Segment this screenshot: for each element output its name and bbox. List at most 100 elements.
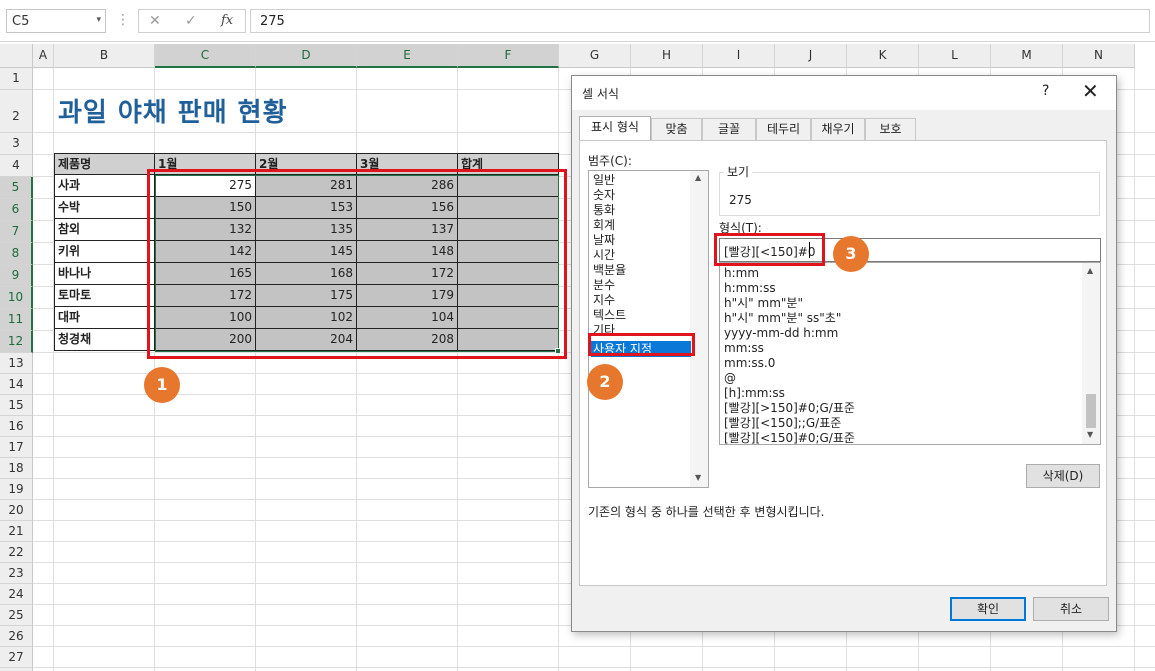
value-cell[interactable]: 100 — [155, 307, 256, 329]
row-header-14[interactable]: 14 — [0, 374, 33, 395]
check-icon[interactable]: ✓ — [185, 13, 197, 29]
table-row-label[interactable]: 토마토 — [54, 285, 155, 307]
table-row-label[interactable]: 참외 — [54, 219, 155, 241]
column-header-g[interactable]: G — [559, 44, 631, 68]
format-code-item[interactable]: mm:ss — [724, 341, 764, 356]
row-header-7[interactable]: 7 — [0, 221, 33, 243]
format-code-item[interactable]: yyyy-mm-dd h:mm — [724, 326, 838, 341]
tab-border[interactable]: 테두리 — [756, 118, 811, 140]
format-code-item[interactable]: [빨강][<150]#0;G/표준 — [724, 431, 855, 444]
row-header-24[interactable]: 24 — [0, 584, 33, 605]
column-header-a[interactable]: A — [33, 44, 54, 68]
cancel-icon[interactable]: ✕ — [149, 13, 161, 29]
value-cell[interactable]: 175 — [256, 285, 357, 307]
category-item[interactable]: 회계 — [593, 218, 615, 233]
format-code-list[interactable]: ▲ ▼ h:mm h:mm:ss h"시" mm"분" h"시" mm"분" ss"초… — [719, 262, 1101, 445]
category-scrollbar[interactable]: ▲ ▼ — [690, 171, 708, 487]
column-header-f[interactable]: F — [458, 44, 559, 68]
category-item[interactable]: 통화 — [593, 203, 615, 218]
value-cell[interactable]: 281 — [256, 175, 357, 197]
row-header-9[interactable]: 9 — [0, 265, 33, 287]
row-header-22[interactable]: 22 — [0, 542, 33, 563]
table-row-label[interactable]: 청경채 — [54, 329, 155, 351]
category-list[interactable]: ▲ ▼ 일반 숫자 통화 회계 날짜 시간 백분율 분수 지수 텍스트 기타 사용자 지정 — [588, 170, 709, 488]
format-code-item[interactable]: @ — [724, 371, 736, 386]
fill-handle[interactable] — [555, 348, 561, 354]
total-cell[interactable] — [458, 241, 559, 263]
row-header-27[interactable]: 27 — [0, 647, 33, 668]
total-cell[interactable] — [458, 307, 559, 329]
column-header-i[interactable]: I — [703, 44, 775, 68]
value-cell[interactable]: 286 — [357, 175, 458, 197]
tab-font[interactable]: 글꼴 — [702, 118, 756, 140]
row-header-15[interactable]: 15 — [0, 395, 33, 416]
value-cell[interactable]: 145 — [256, 241, 357, 263]
category-item[interactable]: 일반 — [593, 173, 615, 188]
row-header-21[interactable]: 21 — [0, 521, 33, 542]
active-cell[interactable]: 275 — [155, 175, 256, 197]
format-code-item[interactable]: [빨강][<150];;G/표준 — [724, 416, 841, 431]
row-header-2[interactable]: 2 — [0, 90, 33, 133]
scroll-up-icon[interactable]: ▲ — [695, 173, 701, 182]
table-row-label[interactable]: 키위 — [54, 241, 155, 263]
value-cell[interactable]: 179 — [357, 285, 458, 307]
format-code-item[interactable]: h:mm — [724, 266, 759, 281]
tab-fill[interactable]: 채우기 — [811, 118, 865, 140]
category-item[interactable]: 기타 — [593, 323, 615, 338]
value-cell[interactable]: 165 — [155, 263, 256, 285]
value-cell[interactable]: 142 — [155, 241, 256, 263]
format-code-item[interactable]: h:mm:ss — [724, 281, 776, 296]
format-code-item[interactable]: [빨강][>150]#0;G/표준 — [724, 401, 855, 416]
total-cell[interactable] — [458, 329, 559, 351]
table-row-label[interactable]: 바나나 — [54, 263, 155, 285]
row-header-23[interactable]: 23 — [0, 563, 33, 584]
value-cell[interactable]: 204 — [256, 329, 357, 351]
column-header-k[interactable]: K — [847, 44, 919, 68]
row-header-3[interactable]: 3 — [0, 133, 33, 155]
value-cell[interactable]: 208 — [357, 329, 458, 351]
sheet-title[interactable]: 과일 야채 판매 현황 — [58, 92, 288, 129]
close-icon[interactable]: ✕ — [1082, 79, 1099, 103]
category-item[interactable]: 지수 — [593, 293, 615, 308]
value-cell[interactable]: 200 — [155, 329, 256, 351]
insert-function-icon[interactable]: fx — [221, 13, 233, 28]
row-header-26[interactable]: 26 — [0, 626, 33, 647]
tab-protection[interactable]: 보호 — [865, 118, 916, 140]
row-header-11[interactable]: 11 — [0, 309, 33, 331]
format-list-scrollbar[interactable]: ▲ ▼ — [1082, 263, 1100, 444]
chevron-down-icon[interactable]: ▾ — [96, 15, 101, 25]
format-code-item[interactable]: h"시" mm"분" — [724, 296, 803, 311]
help-icon[interactable]: ? — [1042, 83, 1049, 99]
tab-number[interactable]: 표시 형식 — [579, 116, 651, 141]
scroll-down-icon[interactable]: ▼ — [695, 473, 701, 482]
row-header-20[interactable]: 20 — [0, 500, 33, 521]
row-header-17[interactable]: 17 — [0, 437, 33, 458]
delete-button[interactable]: 삭제(D) — [1026, 464, 1100, 488]
category-item[interactable]: 텍스트 — [593, 308, 626, 323]
total-cell[interactable] — [458, 175, 559, 197]
select-all-corner[interactable] — [0, 44, 33, 68]
format-code-item[interactable]: mm:ss.0 — [724, 356, 775, 371]
total-cell[interactable] — [458, 219, 559, 241]
value-cell[interactable]: 135 — [256, 219, 357, 241]
name-box[interactable]: C5 ▾ — [6, 9, 106, 33]
category-item[interactable]: 사용자 지정 — [591, 341, 691, 357]
tab-alignment[interactable]: 맞춤 — [651, 118, 702, 140]
column-header-l[interactable]: L — [919, 44, 991, 68]
format-code-item[interactable]: [h]:mm:ss — [724, 386, 785, 401]
value-cell[interactable]: 153 — [256, 197, 357, 219]
formula-input[interactable]: 275 — [250, 9, 1150, 33]
table-row-label[interactable]: 대파 — [54, 307, 155, 329]
value-cell[interactable]: 172 — [357, 263, 458, 285]
column-header-j[interactable]: J — [775, 44, 847, 68]
value-cell[interactable]: 168 — [256, 263, 357, 285]
row-header-4[interactable]: 4 — [0, 155, 33, 177]
column-header-d[interactable]: D — [256, 44, 357, 68]
value-cell[interactable]: 156 — [357, 197, 458, 219]
row-header-6[interactable]: 6 — [0, 199, 33, 221]
row-header-5[interactable]: 5 — [0, 177, 33, 199]
column-header-h[interactable]: H — [631, 44, 703, 68]
format-code-item[interactable]: h"시" mm"분" ss"초" — [724, 311, 841, 326]
value-cell[interactable]: 104 — [357, 307, 458, 329]
row-header-18[interactable]: 18 — [0, 458, 33, 479]
